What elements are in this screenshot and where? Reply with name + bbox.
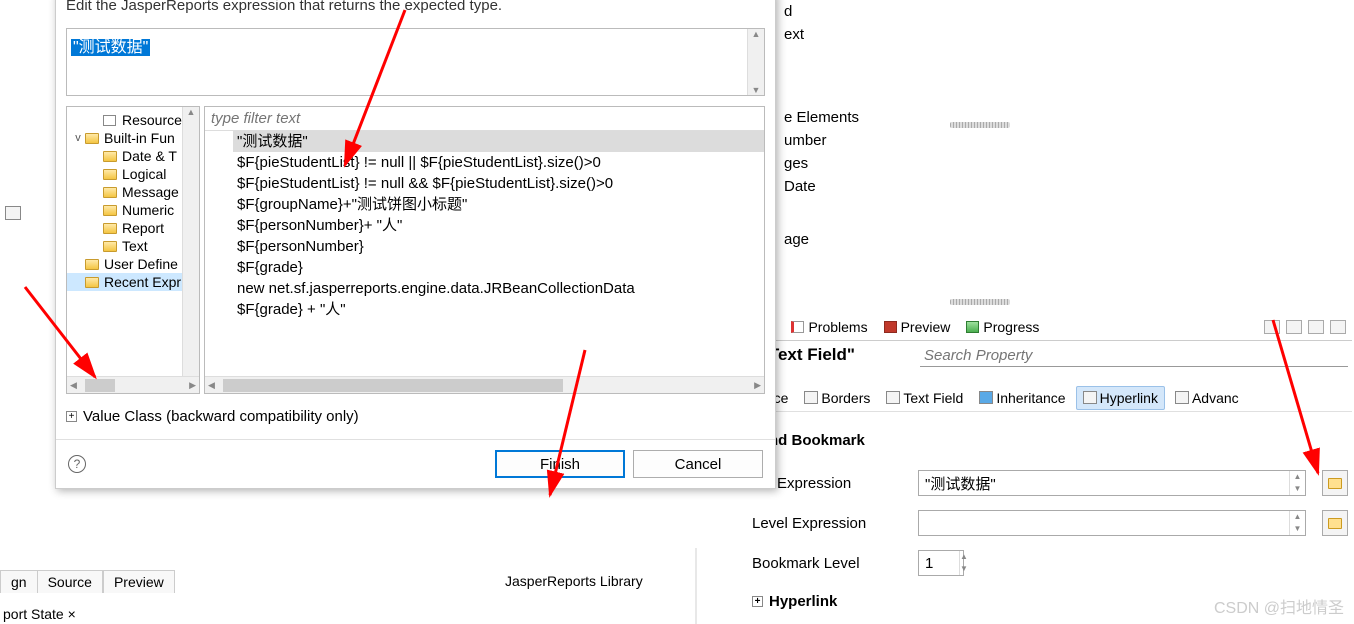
edit-icon bbox=[1328, 518, 1342, 529]
vertical-divider[interactable] bbox=[695, 548, 697, 624]
outline-item[interactable]: d bbox=[780, 0, 1354, 23]
expression-text: "测试数据" bbox=[71, 39, 150, 56]
expression-editor-button[interactable] bbox=[1322, 510, 1348, 536]
expand-icon: + bbox=[66, 411, 77, 422]
tree-hscroll[interactable]: ◀ ▶ bbox=[67, 376, 199, 393]
tab-preview[interactable]: Preview bbox=[103, 570, 175, 593]
level-expression-row: Level Expression ▲▼ bbox=[752, 510, 1348, 536]
tab-preview[interactable]: Preview bbox=[876, 316, 959, 338]
maximize-icon[interactable] bbox=[1330, 320, 1346, 334]
watermark: CSDN @扫地情圣 bbox=[1214, 594, 1344, 618]
search-property-input[interactable] bbox=[920, 345, 1348, 367]
inheritance-icon bbox=[979, 391, 993, 404]
tree-item[interactable]: Numeric bbox=[67, 201, 199, 219]
dialog-instruction: Edit the JasperReports expression that r… bbox=[56, 0, 775, 18]
list-item[interactable]: "测试数据" bbox=[233, 131, 764, 152]
hyperlink-section-header[interactable]: +Hyperlink bbox=[752, 593, 837, 610]
preview-icon bbox=[884, 321, 897, 333]
minimize-icon[interactable] bbox=[1308, 320, 1324, 334]
expression-scrollbar[interactable]: ▲▼ bbox=[747, 29, 764, 95]
outline-item[interactable]: Date bbox=[780, 175, 1354, 198]
ptab-advanced[interactable]: Advanc bbox=[1169, 387, 1245, 409]
category-tree[interactable]: ResourcesvBuilt-in FunDate & TLogicalMes… bbox=[66, 106, 200, 394]
list-item[interactable]: $F{personNumber}+ "人" bbox=[233, 215, 764, 236]
list-item[interactable]: new net.sf.jasperreports.engine.data.JRB… bbox=[233, 278, 764, 299]
list-item[interactable]: $F{grade} bbox=[233, 257, 764, 278]
tab-progress[interactable]: Progress bbox=[958, 316, 1047, 338]
tree-item[interactable]: User Define bbox=[67, 255, 199, 273]
expression-editor-button[interactable] bbox=[1322, 470, 1348, 496]
expression-editor-dialog: Edit the JasperReports expression that r… bbox=[55, 0, 776, 489]
tree-item[interactable]: Date & T bbox=[67, 147, 199, 165]
finish-button[interactable]: Finish bbox=[495, 450, 625, 478]
gutter-icon bbox=[5, 206, 21, 220]
outline-item[interactable]: umber bbox=[780, 129, 1354, 152]
spinner[interactable]: ▲▼ bbox=[959, 551, 968, 575]
cancel-button[interactable]: Cancel bbox=[633, 450, 763, 478]
tab-problems[interactable]: Problems bbox=[783, 316, 875, 338]
expression-textarea[interactable]: "测试数据" ▲▼ bbox=[66, 28, 765, 96]
toolbar-icon[interactable] bbox=[1264, 320, 1280, 334]
outline-section[interactable]: e Elements bbox=[780, 106, 1354, 129]
tree-item[interactable]: vBuilt-in Fun bbox=[67, 129, 199, 147]
expression-list[interactable]: "测试数据"$F{pieStudentList} != null || $F{p… bbox=[205, 131, 764, 376]
toolbar-icon[interactable] bbox=[1286, 320, 1302, 334]
textfield-icon bbox=[886, 391, 900, 404]
advanced-icon bbox=[1175, 391, 1189, 404]
expression-list-panel: "测试数据"$F{pieStudentList} != null || $F{p… bbox=[204, 106, 765, 394]
list-item[interactable]: $F{pieStudentList} != null && $F{pieStud… bbox=[233, 173, 764, 194]
editor-mode-tabs: gn Source Preview bbox=[0, 570, 175, 593]
value-class-expander[interactable]: + Value Class (backward compatibility on… bbox=[66, 408, 765, 425]
value-class-label: Value Class (backward compatibility only… bbox=[83, 408, 359, 425]
report-state-tab[interactable]: port State × bbox=[3, 606, 76, 622]
tree-item[interactable]: Recent Expr bbox=[67, 273, 199, 291]
anchor-name-input[interactable] bbox=[919, 473, 1289, 494]
anchor-name-row: me Expression ▲▼ bbox=[752, 470, 1348, 496]
list-item[interactable]: $F{groupName}+"测试饼图小标题" bbox=[233, 194, 764, 215]
expand-icon: + bbox=[752, 596, 763, 607]
list-hscroll[interactable]: ◀ ▶ bbox=[205, 376, 764, 393]
bookmark-level-row: Bookmark Level ▲▼ bbox=[752, 550, 1348, 576]
borders-icon bbox=[804, 391, 818, 404]
hyperlink-icon bbox=[1083, 391, 1097, 404]
ptab-borders[interactable]: Borders bbox=[798, 387, 876, 409]
sash-handle[interactable] bbox=[935, 118, 1025, 132]
help-icon[interactable]: ? bbox=[68, 455, 86, 473]
tree-vscroll[interactable]: ▲ bbox=[182, 107, 199, 376]
tab-source[interactable]: Source bbox=[37, 570, 103, 593]
property-tabs: ance Borders Text Field Inheritance Hype… bbox=[752, 384, 1352, 412]
status-library: JasperReports Library bbox=[505, 573, 643, 589]
ptab-hyperlink[interactable]: Hyperlink bbox=[1076, 386, 1165, 410]
progress-icon bbox=[966, 321, 979, 333]
bookmark-label: Bookmark Level bbox=[752, 555, 908, 572]
list-item[interactable]: $F{personNumber} bbox=[233, 236, 764, 257]
spinner[interactable]: ▲▼ bbox=[1289, 511, 1305, 535]
list-item[interactable]: $F{grade} + "人" bbox=[233, 299, 764, 320]
tree-item[interactable]: Logical bbox=[67, 165, 199, 183]
level-label: Level Expression bbox=[752, 515, 908, 532]
edit-icon bbox=[1328, 478, 1342, 489]
list-item[interactable]: $F{pieStudentList} != null || $F{pieStud… bbox=[233, 152, 764, 173]
view-tabs: s× Problems Preview Progress bbox=[750, 313, 1352, 341]
tab-design[interactable]: gn bbox=[0, 570, 37, 593]
outline-panel: d ext e Elements umber ges Date age bbox=[780, 0, 1354, 251]
outline-item[interactable]: ext bbox=[780, 23, 1354, 46]
tree-item[interactable]: Report bbox=[67, 219, 199, 237]
sash-handle[interactable] bbox=[935, 295, 1025, 309]
filter-input[interactable] bbox=[205, 107, 764, 131]
outline-item[interactable]: ges bbox=[780, 152, 1354, 175]
ptab-textfield[interactable]: Text Field bbox=[880, 387, 969, 409]
outline-item[interactable]: age bbox=[780, 228, 1354, 251]
spinner[interactable]: ▲▼ bbox=[1289, 471, 1305, 495]
ptab-inheritance[interactable]: Inheritance bbox=[973, 387, 1071, 409]
tree-item[interactable]: Resources bbox=[67, 111, 199, 129]
problems-icon bbox=[791, 321, 804, 333]
tree-item[interactable]: Message bbox=[67, 183, 199, 201]
level-input[interactable] bbox=[919, 513, 1289, 534]
bookmark-input[interactable] bbox=[919, 553, 959, 574]
tree-item[interactable]: Text bbox=[67, 237, 199, 255]
